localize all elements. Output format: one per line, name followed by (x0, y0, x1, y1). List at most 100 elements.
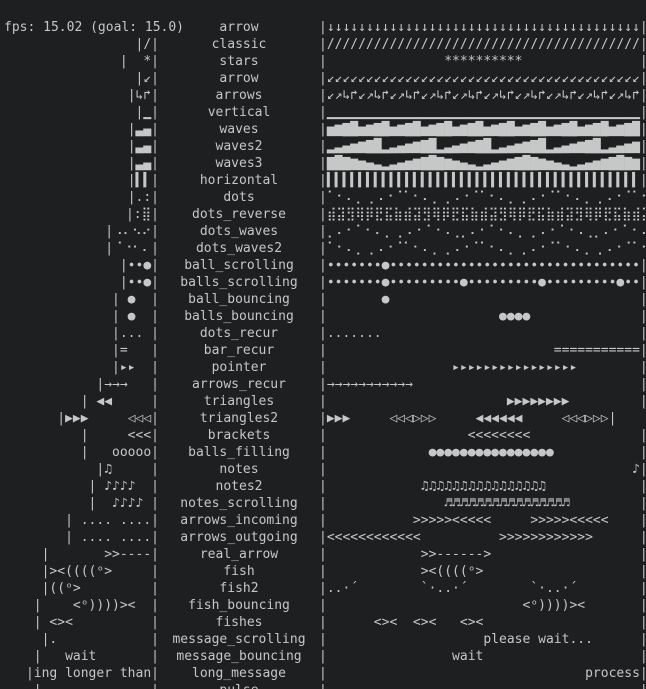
mini-preview: | ◀◀ | (4, 393, 159, 410)
mini-preview (4, 19, 159, 36)
spinner-row: |↳↱|arrows|↙↗↳↱↙↗↳↱↙↗↳↱↙↗↳↱↙↗↳↱↙↗↳↱↙↗↳↱↙… (4, 87, 642, 104)
spinner-name: waves2 (159, 138, 319, 155)
spinner-row: |--------------|pulse|------------------… (4, 682, 642, 689)
mini-preview: | <ᵒ))))>< | (4, 597, 159, 614)
spinner-name: waves3 (159, 155, 319, 172)
wide-preview: |↙↗↳↱↙↗↳↱↙↗↳↱↙↗↳↱↙↗↳↱↙↗↳↱↙↗↳↱↙↗↳↱↙↗↳↱↙↗↳… (319, 87, 639, 104)
spinner-row: | ● |balls_bouncing| ●●●● | (4, 308, 642, 325)
spinner-name: fish_bouncing (159, 597, 319, 614)
spinner-name: fish2 (159, 580, 319, 597)
spinner-name: message_bouncing (159, 648, 319, 665)
spinner-name: dots_waves2 (159, 240, 319, 257)
mini-preview: |><((((ᵒ> | (4, 563, 159, 580)
spinner-row: | ◀◀ |triangles| ▶▶▶▶▶▶▶▶ | (4, 393, 642, 410)
wide-preview: |⠁⠂⠄⡀⢀⠠⠐⠈⠁⠂⠄⡀⢀⠠⠐⠈⠁⠂⠄⡀⢀⠠⠐⠈⠁⠂⠄⡀⢀⠠⠐⠈⠁⠂⠄⡀⢀⠠⠐… (319, 240, 639, 257)
spinner-name: classic (159, 36, 319, 53)
wide-preview: | ▶▶▶▶▶▶▶▶ | (319, 393, 639, 410)
spinner-name: pointer (159, 359, 319, 376)
spinner-name: triangles (159, 393, 319, 410)
spinner-row: |. |message_scrolling| please wait... | (4, 631, 642, 648)
spinner-row: |▃▄|waves3|▇█▇▆▅▄▃▂▃▄▅▆▇█▇▆▅▄▃▂▃▄▅▆▇█▇▆▅… (4, 155, 642, 172)
spinner-name: arrows (159, 87, 319, 104)
wide-preview: |<<<<<<<<<<<< >>>>>>>>>>>> | (319, 529, 639, 546)
spinner-row: arrow|↓↓↓↓↓↓↓↓↓↓↓↓↓↓↓↓↓↓↓↓↓↓↓↓↓↓↓↓↓↓↓↓↓↓… (4, 19, 642, 36)
wide-preview: | ♬♬♬♬♬♬♬♬♬♬♬♬♬♬♬♬ | (319, 495, 639, 512)
mini-preview: |↙| (4, 70, 159, 87)
wide-preview: | ● | (319, 291, 639, 308)
spinner-row: | <<<|brackets| <<<<<<<< | (4, 427, 642, 444)
spinner-row: |▶▶▶ ◁◁◁|triangles2|▶▶▶ ◁◁◁▷▷▷ ◀◀◀◀◀◀ ◁◁… (4, 410, 642, 427)
mini-preview: |∙∙●| (4, 257, 159, 274)
wide-preview: | >>------> | (319, 546, 639, 563)
spinner-row: | <ᵒ))))>< |fish_bouncing| <ᵒ))))>< | (4, 597, 642, 614)
spinner-row: | <>< |fishes| <>< <>< <>< | (4, 614, 642, 631)
spinner-name: dots_recur (159, 325, 319, 342)
wide-preview: |▶▶▶ ◁◁◁▷▷▷ ◀◀◀◀◀◀ ◁◁◁▷▷▷| (319, 410, 639, 427)
spinner-row: |⠈⠐⠂⠄|dots_waves2|⠁⠂⠄⡀⢀⠠⠐⠈⠁⠂⠄⡀⢀⠠⠐⠈⠁⠂⠄⡀⢀⠠… (4, 240, 642, 257)
wide-preview: | ●●●● | (319, 308, 639, 325)
wide-preview: |▁▁▁▁▁▁▁▁▁▁▁▁▁▁▁▁▁▁▁▁▁▁▁▁▁▁▁▁▁▁▁▁▁▁▁▁▁▁▁… (319, 104, 639, 121)
spinner-row: | ● |ball_bouncing| ● | (4, 291, 642, 308)
mini-preview: | .... ....| (4, 529, 159, 546)
spinner-name: arrow (159, 19, 319, 36)
mini-preview: |∙∙●| (4, 274, 159, 291)
wide-preview: |..·´ `·..·´ `·..·´ | (319, 580, 639, 597)
spinner-name: notes_scrolling (159, 495, 319, 512)
mini-preview: | ♪♪♪♪ | (4, 495, 159, 512)
mini-preview: |:⣿| (4, 206, 159, 223)
mini-preview: | .... ....| (4, 512, 159, 529)
spinner-name: stars (159, 53, 319, 70)
wide-preview: | >>>>><<<<< >>>>><<<<< | (319, 512, 639, 529)
spinner-name: balls_bouncing (159, 308, 319, 325)
wide-preview: |↙↙↙↙↙↙↙↙↙↙↙↙↙↙↙↙↙↙↙↙↙↙↙↙↙↙↙↙↙↙↙↙↙↙↙↙↙↙↙… (319, 70, 639, 87)
wide-preview: | ♪| (319, 461, 639, 478)
spinner-name: arrow (159, 70, 319, 87)
spinner-row: | .... ....|arrows_incoming| >>>>><<<<< … (4, 512, 642, 529)
spinner-name: horizontal (159, 172, 319, 189)
wide-preview: |---------------------------------------… (319, 682, 639, 689)
wide-preview: | <<<<<<<< | (319, 427, 639, 444)
spinner-name: dots (159, 189, 319, 206)
mini-preview: |((ᵒ> | (4, 580, 159, 597)
wide-preview: |⠁⠂⠄⡀⢀⠠⠐⠈⠁⠂⠄⡀⢀⠠⠐⠈⠁⠂⠄⡀⢀⠠⠐⠈⠁⠂⠄⡀⢀⠠⠐⠈⠁⠂⠄⡀⢀⠠⠐… (319, 189, 639, 206)
wide-preview: | please wait... | (319, 631, 639, 648)
wide-preview: | <ᵒ))))>< | (319, 597, 639, 614)
spinner-row: | >>----|real_arrow| >>------> | (4, 546, 642, 563)
mini-preview: |▃▄| (4, 138, 159, 155)
mini-preview: |--------------| (4, 682, 159, 689)
spinner-name: notes (159, 461, 319, 478)
spinner-name: waves (159, 121, 319, 138)
wide-preview: |∙∙∙∙∙∙∙●∙∙∙∙∙∙∙∙∙●∙∙∙∙∙∙∙∙∙●∙∙∙∙∙∙∙∙∙●∙… (319, 274, 639, 291)
wide-preview: |▅▆▇█▅▆▇█▅▆▇█▅▆▇█▅▆▇█▅▆▇█▅▆▇█▅▆▇█▅▆▇█▅▆▇… (319, 121, 639, 138)
mini-preview: |▃▄| (4, 121, 159, 138)
spinner-row: |▃▄|waves|▅▆▇█▅▆▇█▅▆▇█▅▆▇█▅▆▇█▅▆▇█▅▆▇█▅▆… (4, 121, 642, 138)
spinner-row: |><((((ᵒ> |fish| ><((((ᵒ> | (4, 563, 642, 580)
mini-preview: | <>< | (4, 614, 159, 631)
wide-preview: | process| (319, 665, 639, 682)
wide-preview: |▇█▇▆▅▄▃▂▃▄▅▆▇█▇▆▅▄▃▂▃▄▅▆▇█▇▆▅▄▃▂▃▄▅▆▇█▇… (319, 155, 639, 172)
spinner-name: ball_bouncing (159, 291, 319, 308)
mini-preview: | ♪♪♪♪ | (4, 478, 159, 495)
wide-preview: | ><((((ᵒ> | (319, 563, 639, 580)
wide-preview: | ********** | (319, 53, 639, 70)
spinner-row: |((ᵒ> |fish2|..·´ `·..·´ `·..·´ | (4, 580, 642, 597)
mini-preview: | <<<| (4, 427, 159, 444)
spinner-row: |▃▄|waves2|▂▃▄▅▆▇█▂▃▄▅▆▇█▂▃▄▅▆▇█▂▃▄▅▆▇█▂… (4, 138, 642, 155)
wide-preview: |///////////////////////////////////////… (319, 36, 639, 53)
mini-preview: |♫ | (4, 461, 159, 478)
mini-preview: |▃▄| (4, 155, 159, 172)
spinner-name: dots_reverse (159, 206, 319, 223)
mini-preview: | ооооо| (4, 444, 159, 461)
mini-preview: | wait | (4, 648, 159, 665)
mini-preview: |/| (4, 36, 159, 53)
spinner-name: notes2 (159, 478, 319, 495)
spinner-row: |... |dots_recur|....... | (4, 325, 642, 342)
mini-preview: |ing longer than| (4, 665, 159, 682)
wide-preview: | ▸▸▸▸▸▸▸▸▸▸▸▸▸▸▸▸ | (319, 359, 639, 376)
mini-preview: |↳↱| (4, 87, 159, 104)
mini-preview: |.:| (4, 189, 159, 206)
mini-preview: |... | (4, 325, 159, 342)
spinner-row: |/|classic|/////////////////////////////… (4, 36, 642, 53)
mini-preview: |▁| (4, 104, 159, 121)
spinner-name: fish (159, 563, 319, 580)
